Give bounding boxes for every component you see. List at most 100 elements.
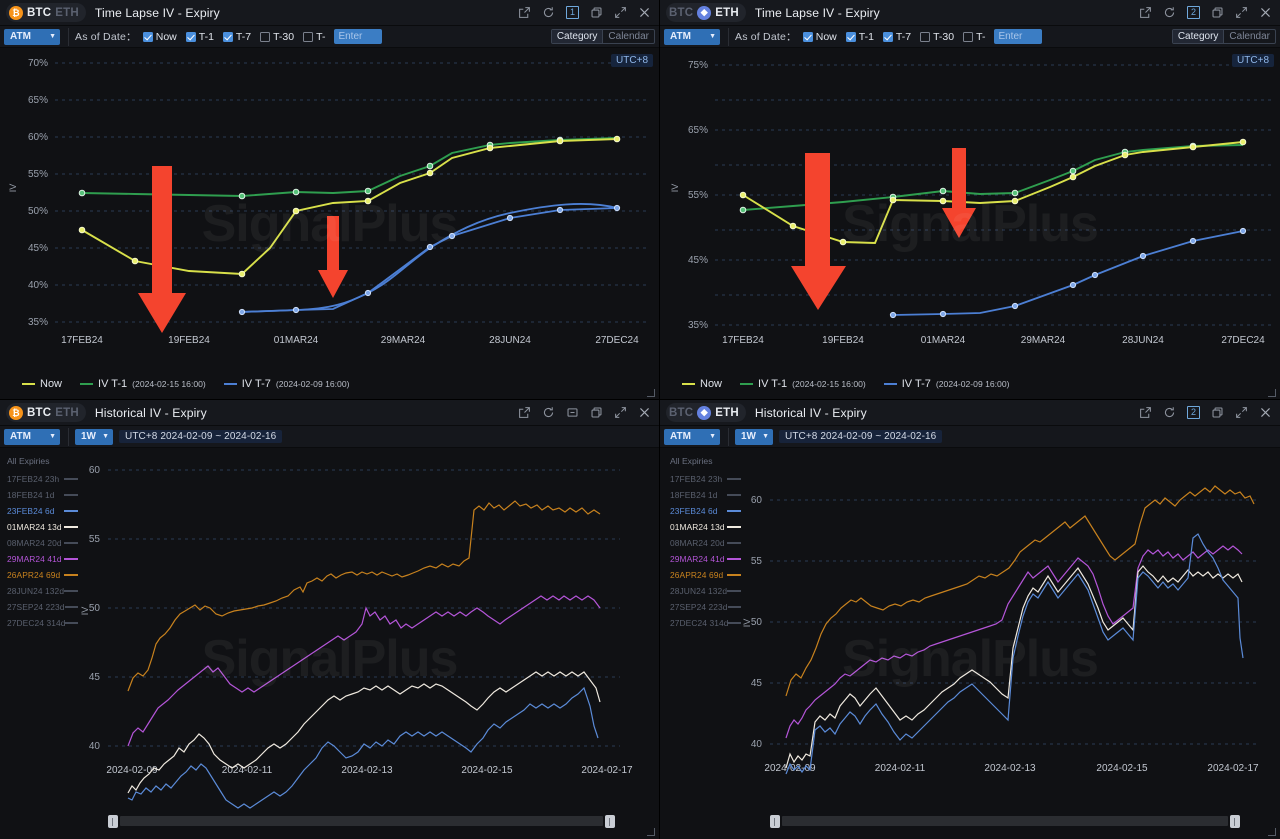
expiry-item-17feb24[interactable]: 17FEB24 23h — [7, 471, 82, 487]
coin-selector[interactable]: BTC ◆ ETH — [666, 403, 746, 422]
legend-item-t1[interactable]: IV T-1 (2024-02-15 16:00) — [80, 378, 206, 390]
period-dropdown[interactable]: 1W ▼ — [75, 429, 113, 445]
coin-btc[interactable]: BTC — [669, 407, 693, 419]
panel-number-badge[interactable]: 2 — [1187, 6, 1200, 19]
checkbox-now[interactable]: Now — [803, 31, 837, 43]
expand-icon[interactable] — [1235, 6, 1248, 19]
coin-eth[interactable]: ETH — [55, 407, 79, 419]
legend-item-t7[interactable]: IV T-7 (2024-02-09 16:00) — [884, 378, 1010, 390]
external-link-icon[interactable] — [1139, 6, 1152, 19]
tab-calendar[interactable]: Calendar — [1224, 30, 1275, 43]
expiry-item-27dec24[interactable]: 27DEC24 314d — [7, 615, 82, 631]
checkbox-t30[interactable]: T-30 — [260, 31, 294, 43]
checkbox-t1[interactable]: T-1 — [186, 31, 214, 43]
tab-category[interactable]: Category — [552, 30, 604, 43]
expiry-item-28jun24[interactable]: 28JUN24 132d — [670, 583, 745, 599]
close-icon[interactable] — [638, 6, 651, 19]
resize-handle[interactable] — [647, 828, 655, 836]
coin-eth[interactable]: ◆ ETH — [697, 406, 739, 420]
view-mode-toggle[interactable]: Category Calendar — [1172, 29, 1276, 44]
external-link-icon[interactable] — [518, 6, 531, 19]
refresh-icon[interactable] — [1163, 6, 1176, 19]
coin-selector[interactable]: ₿ BTC ETH — [6, 3, 86, 22]
expiry-item-23feb24[interactable]: 23FEB24 6d — [7, 503, 82, 519]
all-expiries-label[interactable]: All Expiries — [7, 456, 82, 466]
refresh-icon[interactable] — [542, 406, 555, 419]
custom-days-input[interactable] — [334, 29, 382, 44]
slider-handle-right[interactable] — [605, 815, 615, 828]
date-range-display[interactable]: UTC+8 2024-02-09 ~ 2024-02-16 — [779, 430, 942, 443]
expiry-item-26apr24[interactable]: 26APR24 69d — [670, 567, 745, 583]
legend-item-now[interactable]: Now — [22, 378, 62, 390]
expiry-item-18feb24[interactable]: 18FEB24 1d — [670, 487, 745, 503]
expiry-item-28jun24[interactable]: 28JUN24 132d — [7, 583, 82, 599]
atm-dropdown[interactable]: ATM ▼ — [664, 429, 720, 445]
checkbox-t30[interactable]: T-30 — [920, 31, 954, 43]
coin-eth[interactable]: ETH — [55, 7, 79, 19]
resize-handle[interactable] — [1268, 828, 1276, 836]
expiry-item-29mar24[interactable]: 29MAR24 41d — [7, 551, 82, 567]
external-link-icon[interactable] — [518, 406, 531, 419]
coin-eth[interactable]: ◆ ETH — [697, 6, 739, 20]
close-icon[interactable] — [1259, 6, 1272, 19]
expiry-item-27dec24[interactable]: 27DEC24 314d — [670, 615, 745, 631]
checkbox-tcustom[interactable]: T- — [303, 31, 325, 43]
slider-track[interactable] — [782, 816, 1228, 826]
slider-track[interactable] — [120, 816, 603, 826]
all-expiries-label[interactable]: All Expiries — [670, 456, 745, 466]
resize-handle[interactable] — [647, 389, 655, 397]
legend-item-t1[interactable]: IV T-1 (2024-02-15 16:00) — [740, 378, 866, 390]
checkbox-t7[interactable]: T-7 — [223, 31, 251, 43]
period-dropdown[interactable]: 1W ▼ — [735, 429, 773, 445]
coin-btc[interactable]: ₿ BTC — [9, 406, 51, 420]
atm-dropdown[interactable]: ATM ▼ — [664, 29, 720, 45]
slider-handle-right[interactable] — [1230, 815, 1240, 828]
view-mode-toggle[interactable]: Category Calendar — [551, 29, 655, 44]
expiry-item-01mar24[interactable]: 01MAR24 13d — [7, 519, 82, 535]
time-range-slider[interactable] — [108, 815, 615, 827]
expiry-item-18feb24[interactable]: 18FEB24 1d — [7, 487, 82, 503]
expiry-item-17feb24[interactable]: 17FEB24 23h — [670, 471, 745, 487]
refresh-icon[interactable] — [542, 6, 555, 19]
duplicate-icon[interactable] — [590, 6, 603, 19]
panel-number-badge[interactable]: 1 — [566, 6, 579, 19]
slider-handle-left[interactable] — [108, 815, 118, 828]
coin-selector[interactable]: ₿ BTC ETH — [6, 403, 86, 422]
expiry-item-27sep24[interactable]: 27SEP24 223d — [7, 599, 82, 615]
date-range-display[interactable]: UTC+8 2024-02-09 ~ 2024-02-16 — [119, 430, 282, 443]
atm-dropdown[interactable]: ATM ▼ — [4, 429, 60, 445]
expiry-item-27sep24[interactable]: 27SEP24 223d — [670, 599, 745, 615]
duplicate-icon[interactable] — [1211, 6, 1224, 19]
coin-btc[interactable]: BTC — [669, 7, 693, 19]
legend-item-t7[interactable]: IV T-7 (2024-02-09 16:00) — [224, 378, 350, 390]
expiry-item-23feb24[interactable]: 23FEB24 6d — [670, 503, 745, 519]
coin-btc[interactable]: ₿ BTC — [9, 6, 51, 20]
duplicate-icon[interactable] — [590, 406, 603, 419]
expand-icon[interactable] — [1235, 406, 1248, 419]
atm-dropdown[interactable]: ATM ▼ — [4, 29, 60, 45]
expiry-item-08mar24[interactable]: 08MAR24 20d — [7, 535, 82, 551]
checkbox-now[interactable]: Now — [143, 31, 177, 43]
tab-calendar[interactable]: Calendar — [603, 30, 654, 43]
tab-category[interactable]: Category — [1173, 30, 1225, 43]
time-range-slider[interactable] — [770, 815, 1240, 827]
checkbox-tcustom[interactable]: T- — [963, 31, 985, 43]
close-icon[interactable] — [1259, 406, 1272, 419]
expiry-item-01mar24[interactable]: 01MAR24 13d — [670, 519, 745, 535]
resize-handle[interactable] — [1268, 389, 1276, 397]
collapse-box-icon[interactable] — [566, 406, 579, 419]
expand-icon[interactable] — [614, 6, 627, 19]
refresh-icon[interactable] — [1163, 406, 1176, 419]
external-link-icon[interactable] — [1139, 406, 1152, 419]
legend-item-now[interactable]: Now — [682, 378, 722, 390]
expiry-item-26apr24[interactable]: 26APR24 69d — [7, 567, 82, 583]
custom-days-input[interactable] — [994, 29, 1042, 44]
close-icon[interactable] — [638, 406, 651, 419]
slider-handle-left[interactable] — [770, 815, 780, 828]
checkbox-t1[interactable]: T-1 — [846, 31, 874, 43]
expiry-item-29mar24[interactable]: 29MAR24 41d — [670, 551, 745, 567]
duplicate-icon[interactable] — [1211, 406, 1224, 419]
expiry-item-08mar24[interactable]: 08MAR24 20d — [670, 535, 745, 551]
checkbox-t7[interactable]: T-7 — [883, 31, 911, 43]
expand-icon[interactable] — [614, 406, 627, 419]
